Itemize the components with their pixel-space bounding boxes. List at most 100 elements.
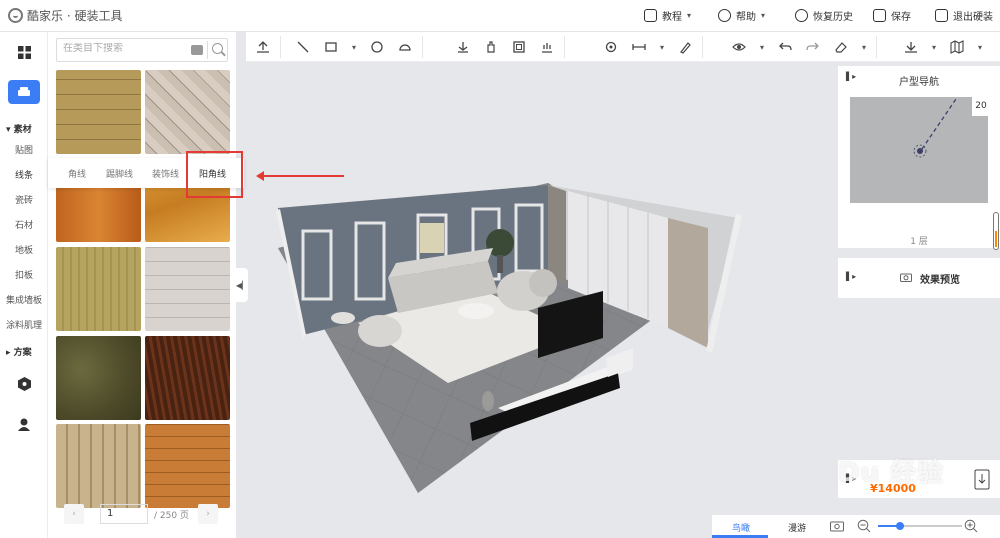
floor-count-badge[interactable]: 20 (972, 96, 990, 116)
upload-icon[interactable] (256, 40, 270, 54)
bottom-bar: 鸟瞰 漫游 (712, 515, 1000, 538)
arc-icon[interactable] (398, 40, 412, 54)
material-tile[interactable] (145, 336, 230, 420)
rail-item-wall-panel[interactable]: 集成墙板 (0, 293, 48, 306)
rail-item-paint[interactable]: 涂料肌理 (0, 318, 48, 331)
material-tile[interactable] (56, 424, 141, 508)
circle-icon[interactable] (370, 40, 384, 54)
effect-preview-label[interactable]: 效果预览 (920, 271, 960, 286)
material-tile[interactable] (145, 70, 230, 154)
toolbar-group-measure: ▾ (594, 36, 704, 58)
app-logo: 酷家乐 · 硬装工具 (8, 7, 122, 24)
effect-preview-panel: ▌▸ 效果预览 (838, 258, 1000, 298)
zoom-slider[interactable] (878, 522, 962, 530)
material-panel (48, 32, 236, 538)
chevron-down-icon[interactable]: ▾ (932, 43, 936, 52)
chevron-down-icon[interactable]: ▾ (862, 43, 866, 52)
floor-label[interactable]: 1 层 (838, 234, 1000, 247)
tab-decor-line[interactable]: 装饰线 (152, 167, 179, 180)
chevron-down-icon[interactable]: ▾ (660, 43, 664, 52)
ground-icon[interactable] (540, 40, 554, 54)
3d-viewport[interactable] (248, 63, 838, 515)
panel-toggle-icon[interactable]: ▌▸ (846, 272, 856, 281)
highlight-box (186, 151, 243, 198)
next-page-button[interactable]: › (198, 504, 218, 524)
chevron-down-icon[interactable]: ▾ (760, 43, 764, 52)
tab-birdseye[interactable]: 鸟瞰 (732, 521, 750, 534)
screenshot-icon[interactable] (830, 520, 844, 532)
rail-item-stone[interactable]: 石材 (0, 218, 48, 231)
rail-item-lines[interactable]: 线条 (0, 168, 48, 181)
user-button[interactable] (8, 412, 40, 436)
logo-icon (8, 8, 23, 23)
section-material-label: 素材 (13, 125, 32, 135)
material-tile[interactable] (145, 424, 230, 508)
rail-item-panel[interactable]: 扣板 (0, 268, 48, 281)
menu-help[interactable]: 帮助 ▾ (718, 8, 765, 23)
tab-corner-line[interactable]: 角线 (68, 167, 86, 180)
room-render (276, 183, 742, 493)
material-tile[interactable] (56, 336, 141, 420)
chevron-down-icon: ▾ (687, 11, 692, 20)
clipboard-download-icon[interactable] (974, 468, 990, 490)
anchor-icon[interactable] (456, 40, 470, 54)
menu-exit[interactable]: 退出硬装 (935, 8, 993, 23)
eye-icon[interactable] (732, 40, 746, 54)
undo-icon[interactable] (778, 40, 792, 54)
rail-item-texture[interactable]: 贴图 (0, 143, 48, 156)
hand-icon[interactable] (484, 40, 498, 54)
dimension-icon[interactable] (632, 40, 646, 54)
section-plan[interactable]: ▸ 方案 (6, 345, 32, 358)
prev-page-button[interactable]: ‹ (64, 504, 84, 524)
frame-icon[interactable] (512, 40, 526, 54)
hexagon-button[interactable] (8, 372, 40, 396)
floor-minimap[interactable] (850, 97, 988, 203)
redo-icon[interactable] (806, 40, 820, 54)
menu-history[interactable]: 恢复历史 (795, 8, 853, 23)
search-divider (207, 41, 208, 59)
search-icon[interactable] (212, 43, 223, 54)
rail-item-floor[interactable]: 地板 (0, 243, 48, 256)
hexagon-icon (17, 377, 31, 391)
brush-icon[interactable] (678, 40, 692, 54)
material-tile[interactable] (56, 70, 141, 154)
eraser-icon[interactable] (834, 40, 848, 54)
camera-icon[interactable] (191, 45, 203, 55)
toolbar-group-edit (446, 36, 565, 58)
history-icon (795, 9, 808, 22)
save-icon (873, 9, 886, 22)
rectangle-icon[interactable] (324, 40, 338, 54)
collapse-panel-button[interactable]: ◀▏ (236, 268, 248, 302)
app-title: 酷家乐 · 硬装工具 (27, 9, 123, 23)
map-icon[interactable] (950, 40, 964, 54)
watermark: Du 经验 (838, 458, 945, 488)
zoom-slider-thumb[interactable] (896, 522, 904, 530)
toolbar: ▾ ▾ ▾ ▾ ▾ ▾ (246, 32, 1000, 62)
material-tile[interactable] (56, 247, 141, 331)
menu-save[interactable]: 保存 (873, 8, 911, 23)
zoom-out-icon[interactable] (857, 519, 871, 533)
menu-tutorial[interactable]: 教程 ▾ (644, 8, 691, 23)
grid-button[interactable] (8, 40, 40, 64)
tab-roam[interactable]: 漫游 (788, 521, 806, 534)
page-input[interactable]: 1 (100, 504, 148, 524)
tape-measure-icon[interactable] (604, 40, 618, 54)
material-tile[interactable] (145, 247, 230, 331)
chevron-down-icon[interactable]: ▾ (978, 43, 982, 52)
grid-icon (17, 45, 31, 59)
zoom-slider-vertical[interactable] (993, 212, 999, 250)
material-button[interactable] (8, 80, 40, 104)
chevron-down-icon[interactable]: ▾ (352, 43, 356, 52)
toolbar-group-export: ▾ ▾ (894, 36, 992, 58)
chevron-down-icon: ▾ (761, 11, 766, 20)
download-icon[interactable] (904, 40, 918, 54)
menu-save-label: 保存 (891, 12, 911, 23)
section-material[interactable]: ▾ 素材 (6, 122, 32, 135)
line-icon[interactable] (296, 40, 310, 54)
search-input[interactable] (63, 43, 183, 54)
tab-skirting[interactable]: 踢脚线 (106, 167, 133, 180)
rail-item-tile[interactable]: 瓷砖 (0, 193, 48, 206)
menu-tutorial-label: 教程 (662, 12, 682, 23)
zoom-in-icon[interactable] (964, 519, 978, 533)
sofa-icon (18, 87, 30, 96)
